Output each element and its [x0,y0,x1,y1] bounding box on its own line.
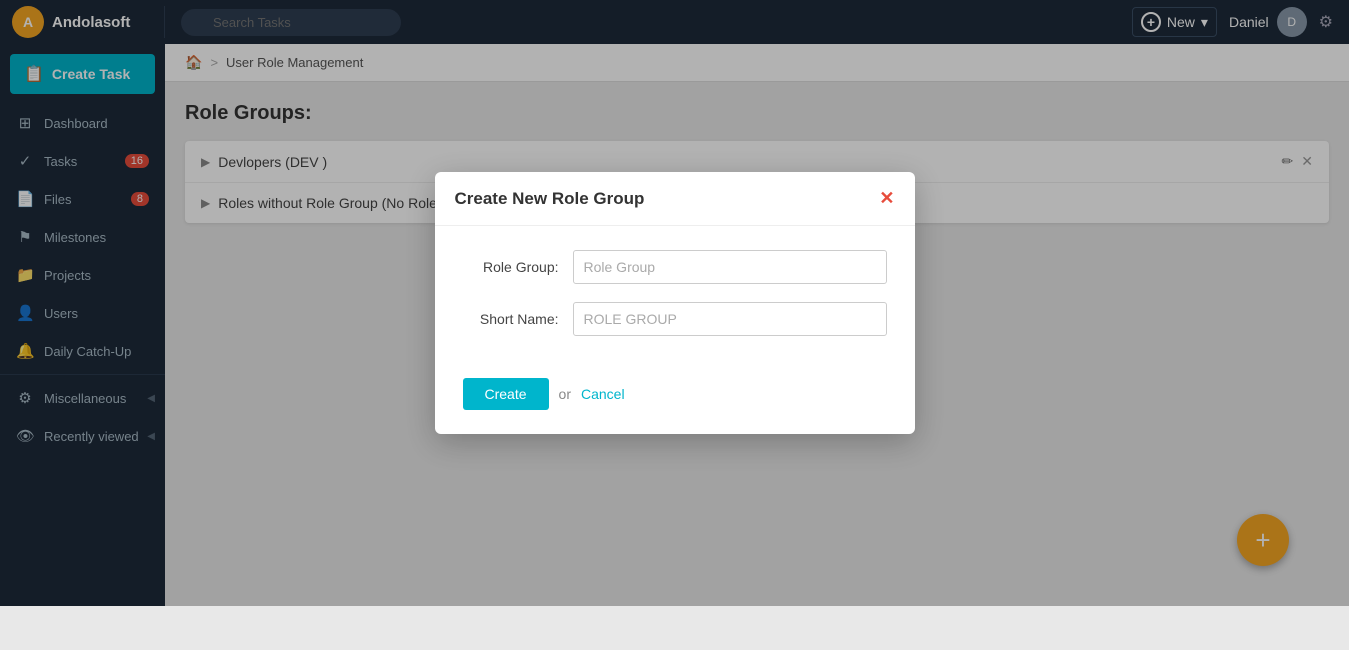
modal-overlay: Create New Role Group ✕ Role Group: Shor… [0,0,1349,606]
role-group-field-row: Role Group: [463,250,887,284]
modal-footer: Create or Cancel [435,378,915,434]
short-name-label: Short Name: [463,311,573,327]
modal-title: Create New Role Group [455,189,645,209]
or-text: or [559,386,571,402]
short-name-input[interactable] [573,302,887,336]
modal-header: Create New Role Group ✕ [435,172,915,226]
modal-close-button[interactable]: ✕ [879,188,894,209]
role-group-label: Role Group: [463,259,573,275]
create-button[interactable]: Create [463,378,549,410]
create-role-group-modal: Create New Role Group ✕ Role Group: Shor… [435,172,915,434]
short-name-field-row: Short Name: [463,302,887,336]
modal-body: Role Group: Short Name: [435,226,915,378]
role-group-input[interactable] [573,250,887,284]
cancel-button[interactable]: Cancel [581,386,625,402]
